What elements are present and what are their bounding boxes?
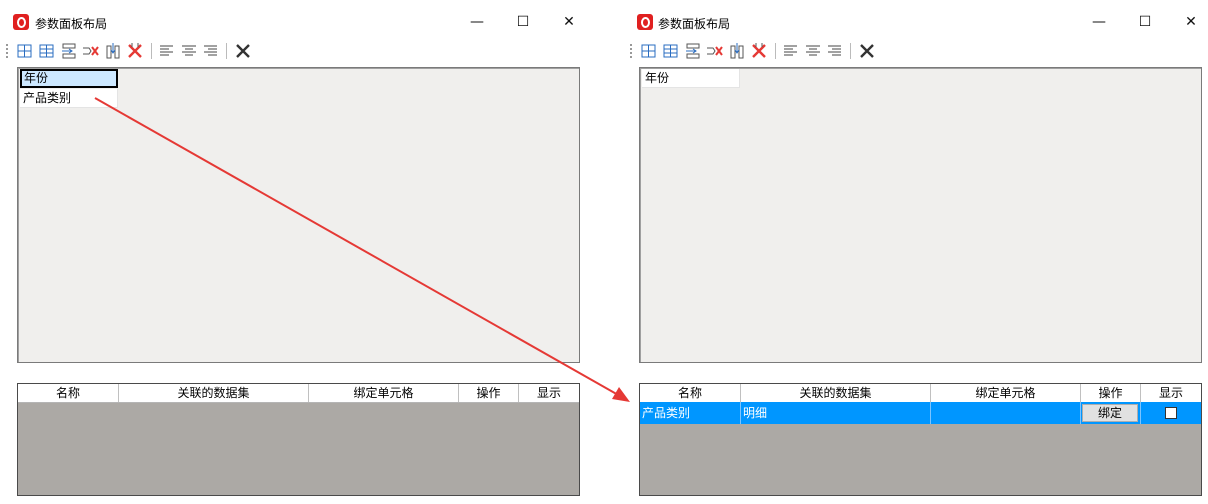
minimize-button[interactable]: — bbox=[1084, 8, 1114, 36]
maximize-button[interactable]: ☐ bbox=[1130, 8, 1160, 36]
maximize-button[interactable]: ☐ bbox=[508, 8, 538, 36]
param-item-year[interactable]: 年份 bbox=[20, 69, 118, 88]
row-name-cell[interactable]: 产品类别 bbox=[640, 402, 741, 424]
param-canvas[interactable]: 年份 bbox=[639, 67, 1202, 363]
param-layout-window-right: 参数面板布局 — ☐ ✕ 年份 名称 关联的数据集 绑定单元格 操作 显示 产品… bbox=[628, 0, 1208, 504]
insert-column-icon[interactable] bbox=[684, 42, 702, 60]
toolbar bbox=[6, 40, 584, 62]
close-button[interactable]: ✕ bbox=[554, 8, 584, 36]
param-canvas[interactable]: 年份 产品类别 bbox=[17, 67, 580, 363]
param-layout-window-left: 参数面板布局 — ☐ ✕ 年份 产品类别 名称 关联的数据集 绑定单元格 操作 … bbox=[0, 0, 590, 504]
toolbar-separator bbox=[775, 43, 776, 59]
header-bind-cell[interactable]: 绑定单元格 bbox=[309, 384, 459, 402]
clear-icon[interactable] bbox=[234, 42, 252, 60]
delete-column-icon[interactable] bbox=[750, 42, 768, 60]
grid-header: 名称 关联的数据集 绑定单元格 操作 显示 bbox=[18, 384, 579, 403]
insert-row-below-icon[interactable] bbox=[38, 42, 56, 60]
insert-column-left-icon[interactable] bbox=[104, 42, 122, 60]
row-bind-cell[interactable] bbox=[931, 402, 1081, 424]
align-left-icon[interactable] bbox=[782, 42, 800, 60]
delete-row-icon[interactable] bbox=[82, 42, 100, 60]
header-dataset[interactable]: 关联的数据集 bbox=[119, 384, 309, 402]
toolbar-separator bbox=[226, 43, 227, 59]
toolbar-separator bbox=[850, 43, 851, 59]
toolbar-separator bbox=[151, 43, 152, 59]
toolbar bbox=[630, 40, 1202, 62]
param-item-year[interactable]: 年份 bbox=[642, 69, 740, 88]
insert-column-left-icon[interactable] bbox=[728, 42, 746, 60]
align-right-icon[interactable] bbox=[202, 42, 220, 60]
header-name[interactable]: 名称 bbox=[18, 384, 119, 402]
minimize-button[interactable]: — bbox=[462, 8, 492, 36]
table-row[interactable]: 产品类别 明细 绑定 bbox=[640, 402, 1201, 424]
header-dataset[interactable]: 关联的数据集 bbox=[741, 384, 931, 402]
clear-icon[interactable] bbox=[858, 42, 876, 60]
window-title: 参数面板布局 bbox=[35, 17, 108, 31]
header-name[interactable]: 名称 bbox=[640, 384, 741, 402]
grid-header: 名称 关联的数据集 绑定单元格 操作 显示 bbox=[640, 384, 1201, 403]
align-right-icon[interactable] bbox=[826, 42, 844, 60]
insert-column-icon[interactable] bbox=[60, 42, 78, 60]
insert-row-above-icon[interactable] bbox=[640, 42, 658, 60]
title-bar: 参数面板布局 — ☐ ✕ bbox=[628, 0, 1208, 40]
toolbar-grip[interactable] bbox=[6, 44, 10, 58]
visible-checkbox[interactable] bbox=[1165, 407, 1177, 419]
param-item-category[interactable]: 产品类别 bbox=[20, 89, 118, 108]
header-action[interactable]: 操作 bbox=[1081, 384, 1141, 402]
delete-column-icon[interactable] bbox=[126, 42, 144, 60]
header-bind-cell[interactable]: 绑定单元格 bbox=[931, 384, 1081, 402]
title-bar: 参数面板布局 — ☐ ✕ bbox=[0, 0, 590, 40]
close-button[interactable]: ✕ bbox=[1176, 8, 1206, 36]
row-visible-cell bbox=[1141, 402, 1201, 424]
delete-row-icon[interactable] bbox=[706, 42, 724, 60]
row-dataset-cell[interactable]: 明细 bbox=[741, 402, 931, 424]
param-binding-grid: 名称 关联的数据集 绑定单元格 操作 显示 bbox=[17, 383, 580, 496]
app-icon bbox=[13, 14, 29, 30]
window-title: 参数面板布局 bbox=[658, 17, 731, 31]
align-center-icon[interactable] bbox=[180, 42, 198, 60]
align-center-icon[interactable] bbox=[804, 42, 822, 60]
insert-row-below-icon[interactable] bbox=[662, 42, 680, 60]
header-visible[interactable]: 显示 bbox=[1141, 384, 1201, 402]
header-action[interactable]: 操作 bbox=[459, 384, 519, 402]
insert-row-above-icon[interactable] bbox=[16, 42, 34, 60]
app-icon bbox=[637, 14, 653, 30]
align-left-icon[interactable] bbox=[158, 42, 176, 60]
bind-button[interactable]: 绑定 bbox=[1082, 404, 1138, 422]
row-action-cell: 绑定 bbox=[1081, 402, 1141, 424]
toolbar-grip[interactable] bbox=[630, 44, 634, 58]
header-visible[interactable]: 显示 bbox=[519, 384, 579, 402]
param-binding-grid: 名称 关联的数据集 绑定单元格 操作 显示 产品类别 明细 绑定 bbox=[639, 383, 1202, 496]
